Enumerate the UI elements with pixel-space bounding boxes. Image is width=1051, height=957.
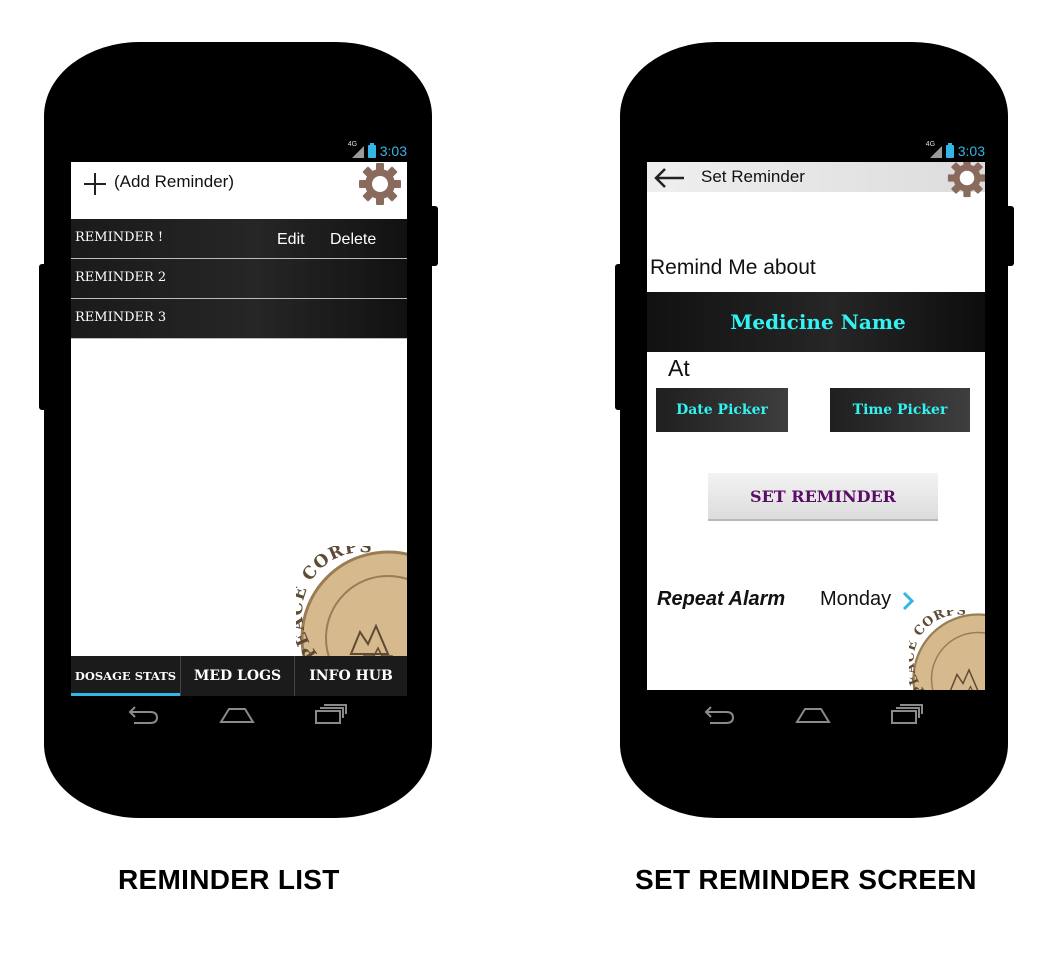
back-arrow-icon[interactable] (653, 167, 685, 189)
phone-reminder-list: 4G 3:03 (Add Reminder) REMINDER ! Edit D… (39, 42, 438, 818)
peace-corps-logo: PEACE CORPS (296, 546, 407, 666)
top-bar: (Add Reminder) (71, 162, 407, 218)
recents-nav-icon[interactable] (890, 703, 924, 725)
reminder-list-screen: (Add Reminder) REMINDER ! Edit Delete RE… (71, 162, 407, 696)
medicine-name-field[interactable]: Medicine Name (647, 292, 985, 352)
set-reminder-button[interactable]: SET REMINDER (708, 473, 938, 521)
list-item[interactable]: REMINDER ! Edit Delete (71, 219, 407, 259)
signal-icon: 4G (348, 141, 364, 158)
back-nav-icon[interactable] (126, 702, 160, 726)
reminder-list: REMINDER ! Edit Delete REMINDER 2 REMIND… (71, 219, 407, 339)
gear-icon[interactable] (358, 162, 402, 206)
battery-icon (367, 142, 376, 158)
battery-icon (945, 142, 954, 158)
plus-icon[interactable] (83, 172, 107, 196)
caption-reminder-list: REMINDER LIST (118, 864, 340, 895)
add-reminder-button[interactable]: (Add Reminder) (114, 172, 234, 192)
tab-med-logs[interactable]: MED LOGS (181, 656, 295, 696)
list-item[interactable]: REMINDER 3 (71, 299, 407, 339)
status-time: 3:03 (379, 143, 407, 159)
set-reminder-screen: Set Reminder Remind Me about Medicine Na… (647, 162, 985, 690)
android-nav-bar (702, 699, 924, 729)
gear-icon[interactable] (947, 162, 985, 198)
android-nav-bar (126, 699, 348, 729)
repeat-alarm-label: Repeat Alarm (657, 588, 786, 610)
delete-button[interactable]: Delete (330, 231, 376, 249)
repeat-day-selector[interactable]: Monday (820, 588, 891, 611)
tab-bar: DOSAGE STATS MED LOGS INFO HUB (71, 656, 407, 696)
page-title: Set Reminder (701, 167, 805, 186)
phone-side-button (1005, 206, 1014, 266)
at-label: At (668, 355, 690, 381)
tab-info-hub[interactable]: INFO HUB (295, 656, 407, 696)
status-bar: 4G 3:03 (71, 141, 407, 160)
phone-side-button (39, 264, 47, 410)
time-picker-button[interactable]: Time Picker (830, 388, 970, 432)
date-picker-button[interactable]: Date Picker (656, 388, 788, 432)
signal-icon: 4G (926, 141, 942, 158)
recents-nav-icon[interactable] (314, 703, 348, 725)
caption-set-reminder: SET REMINDER SCREEN (635, 864, 977, 895)
phone-set-reminder: 4G 3:03 Set Reminder Remind Me about Med… (615, 42, 1014, 818)
status-time: 3:03 (957, 143, 985, 159)
phone-side-button (615, 264, 623, 410)
list-item[interactable]: REMINDER 2 (71, 259, 407, 299)
header-bar: Set Reminder (647, 162, 985, 198)
tab-dosage-stats[interactable]: DOSAGE STATS (71, 656, 181, 696)
remind-me-label: Remind Me about (650, 256, 816, 279)
home-nav-icon[interactable] (219, 703, 255, 725)
edit-button[interactable]: Edit (277, 231, 305, 249)
phone-side-button (429, 206, 438, 266)
chevron-right-icon[interactable] (901, 590, 915, 612)
status-bar: 4G 3:03 (647, 141, 985, 160)
back-nav-icon[interactable] (702, 702, 736, 726)
peace-corps-logo: PEACE CORPS (909, 610, 985, 690)
home-nav-icon[interactable] (795, 703, 831, 725)
